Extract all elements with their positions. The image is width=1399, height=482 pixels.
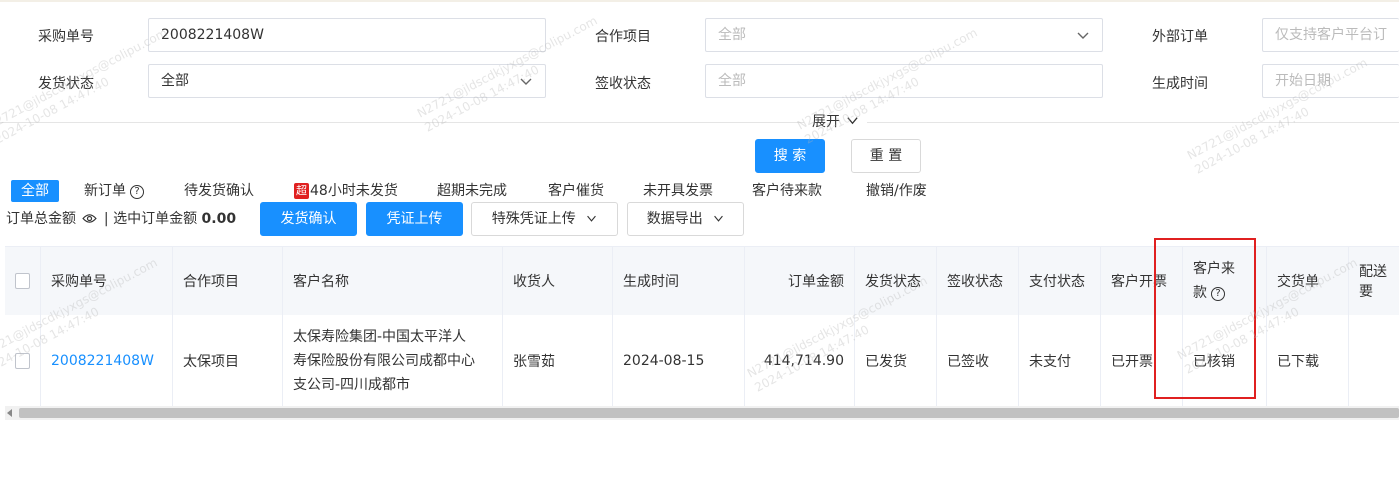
scroll-left-arrow-icon[interactable]: [7, 409, 12, 417]
external-order-label: 外部订单: [1152, 29, 1208, 45]
divider: [0, 122, 1399, 123]
export-data-button[interactable]: 数据导出: [627, 202, 744, 236]
tab-cancelled[interactable]: 撤销/作废: [866, 180, 927, 202]
chevron-down-icon: [1077, 32, 1089, 39]
cell-project: 太保项目: [173, 315, 283, 406]
header-pay-status[interactable]: 支付状态: [1019, 247, 1101, 315]
order-no-link[interactable]: 2008221408W: [51, 353, 154, 369]
header-sign-status[interactable]: 签收状态: [937, 247, 1019, 315]
tab-awaiting-payment[interactable]: 客户待来款: [752, 180, 822, 202]
cell-invoice: 已开票: [1101, 315, 1183, 406]
tab-no-invoice[interactable]: 未开具发票: [643, 180, 713, 202]
chevron-down-icon: [847, 117, 859, 125]
eye-icon[interactable]: [82, 213, 98, 224]
header-order-no[interactable]: 采购单号: [41, 247, 173, 315]
cell-shipping-req: [1349, 315, 1399, 406]
ship-status-select[interactable]: 全部: [148, 64, 546, 98]
cell-ship-status: 已发货: [855, 315, 937, 406]
header-invoice[interactable]: 客户开票: [1101, 247, 1183, 315]
tab-overdue-incomplete[interactable]: 超期未完成: [437, 180, 507, 202]
header-created[interactable]: 生成时间: [613, 247, 745, 315]
tab-all[interactable]: 全部: [11, 180, 59, 202]
cell-amount: 414,714.90: [745, 315, 855, 406]
cell-receiver: 张雪茹: [503, 315, 613, 406]
chevron-down-icon: [587, 215, 597, 222]
cell-sign-status: 已签收: [937, 315, 1019, 406]
selected-amount-value: 0.00: [201, 211, 237, 227]
cell-delivery: 已下载: [1267, 315, 1349, 406]
reset-button[interactable]: 重 置: [851, 139, 921, 173]
header-payment[interactable]: 客户来 款?: [1183, 247, 1267, 315]
tab-new-order[interactable]: 新订单?: [84, 180, 144, 202]
select-all-checkbox[interactable]: [15, 273, 30, 289]
header-delivery[interactable]: 交货单: [1267, 247, 1349, 315]
amount-summary: 订单总金额 | 选中订单金额 0.00: [6, 208, 236, 230]
header-amount[interactable]: 订单金额: [745, 247, 855, 315]
total-amount-label: 订单总金额: [6, 211, 76, 227]
table-row[interactable]: 2008221408W 太保项目 太保寿险集团-中国太平洋人 寿保险股份有限公司…: [5, 315, 1399, 407]
project-label: 合作项目: [595, 29, 651, 45]
tab-new-order-label: 新订单: [84, 183, 126, 199]
order-no-input[interactable]: 2008221408W: [148, 18, 546, 52]
search-button[interactable]: 搜 索: [755, 139, 825, 173]
cell-order-no: 2008221408W: [41, 315, 173, 406]
created-time-label: 生成时间: [1152, 76, 1208, 92]
special-upload-label: 特殊凭证上传: [491, 211, 576, 227]
header-customer[interactable]: 客户名称: [283, 247, 503, 315]
expand-toggle[interactable]: 展开: [804, 112, 868, 132]
expand-label: 展开: [812, 114, 840, 130]
header-project[interactable]: 合作项目: [173, 247, 283, 315]
cell-pay-status: 未支付: [1019, 315, 1101, 406]
ship-status-value: 全部: [161, 73, 189, 89]
cell-customer: 太保寿险集团-中国太平洋人 寿保险股份有限公司成都中心 支公司-四川成都市: [283, 315, 503, 406]
project-select[interactable]: 全部: [705, 18, 1103, 52]
header-shipping-req[interactable]: 配送要: [1349, 247, 1399, 315]
ship-confirm-button[interactable]: 发货确认: [260, 202, 357, 236]
cell-created: 2024-08-15: [613, 315, 745, 406]
help-icon: ?: [130, 185, 144, 199]
tab-pending-ship-confirm[interactable]: 待发货确认: [184, 180, 254, 202]
customer-line1: 太保寿险集团-中国太平洋人: [293, 328, 467, 345]
customer-line3: 支公司-四川成都市: [293, 376, 411, 393]
customer-line2: 寿保险股份有限公司成都中心: [293, 352, 475, 369]
tab-customer-urge[interactable]: 客户催货: [548, 180, 604, 202]
export-label: 数据导出: [646, 211, 703, 227]
tab-48h-label: 48小时未发货: [310, 183, 398, 199]
chevron-down-icon: [714, 215, 724, 222]
sign-status-label: 签收状态: [595, 76, 651, 92]
order-table: 采购单号 合作项目 客户名称 收货人 生成时间 订单金额 发货状态 签收状态 支…: [5, 246, 1399, 407]
upload-voucher-button[interactable]: 凭证上传: [366, 202, 463, 236]
cell-payment: 已核销: [1183, 315, 1267, 406]
selected-amount-label: | 选中订单金额: [103, 211, 198, 227]
header-receiver[interactable]: 收货人: [503, 247, 613, 315]
chevron-down-icon: [520, 78, 532, 85]
help-icon: ?: [1211, 287, 1225, 301]
overdue-badge: 超: [294, 183, 309, 199]
row-select-cell: [5, 315, 41, 406]
order-no-label: 采购单号: [38, 29, 94, 45]
tab-48h-unshipped[interactable]: 超 48小时未发货: [294, 180, 398, 202]
special-voucher-upload-button[interactable]: 特殊凭证上传: [471, 202, 618, 236]
scrollbar-thumb[interactable]: [19, 408, 1399, 418]
external-order-input[interactable]: 仅支持客户平台订: [1262, 18, 1399, 52]
start-date-input[interactable]: 开始日期: [1262, 64, 1399, 98]
top-border: [0, 0, 1399, 2]
project-placeholder: 全部: [718, 27, 746, 43]
table-header: 采购单号 合作项目 客户名称 收货人 生成时间 订单金额 发货状态 签收状态 支…: [5, 247, 1399, 315]
header-payment-line2: 款: [1193, 285, 1207, 301]
select-all-cell: [5, 247, 41, 315]
row-checkbox[interactable]: [15, 352, 30, 369]
ship-status-label: 发货状态: [38, 76, 94, 92]
header-payment-line1: 客户来: [1193, 261, 1235, 277]
sign-status-input[interactable]: 全部: [705, 64, 1103, 98]
header-ship-status[interactable]: 发货状态: [855, 247, 937, 315]
horizontal-scrollbar[interactable]: [5, 406, 1399, 420]
